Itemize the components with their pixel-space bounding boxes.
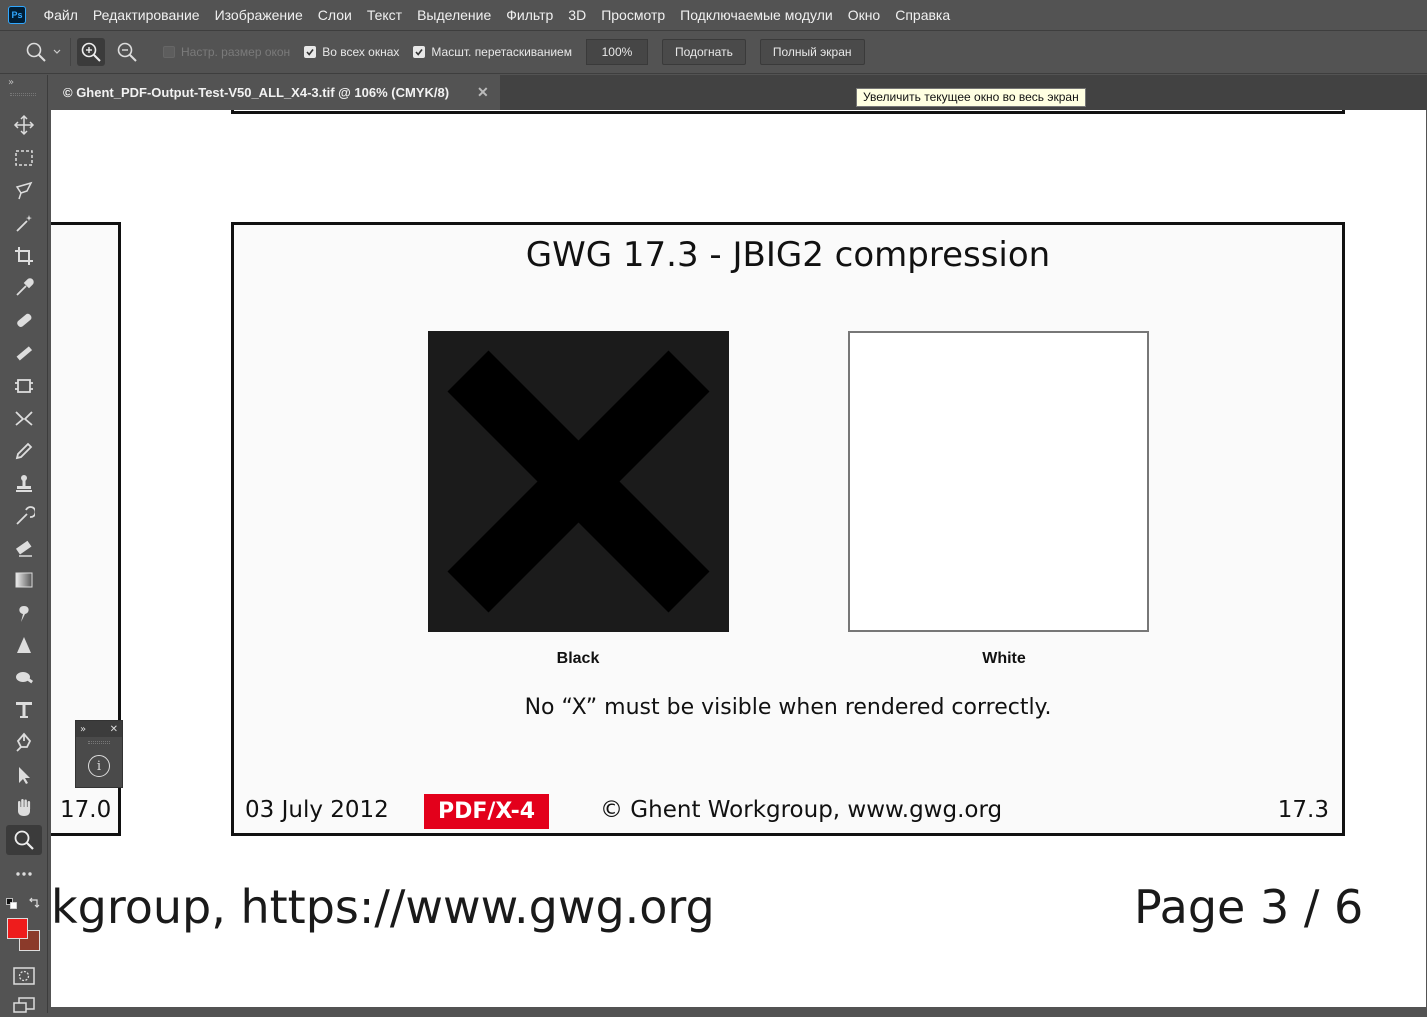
screen-mode-icon[interactable] (13, 997, 35, 1017)
menu-help[interactable]: Справка (888, 0, 958, 30)
caption-white: White (982, 650, 1026, 667)
clone-stamp-tool-icon[interactable] (6, 468, 42, 498)
menu-select[interactable]: Выделение (410, 0, 499, 30)
zoom-tool-icon[interactable] (6, 825, 42, 855)
white-test-box (848, 331, 1149, 632)
foreground-color-swatch[interactable] (7, 918, 28, 939)
menu-file[interactable]: Файл (36, 0, 85, 30)
smudge-tool-icon[interactable] (6, 598, 42, 628)
menu-edit[interactable]: Редактирование (85, 0, 207, 30)
all-windows-checkbox[interactable]: Во всех окнах (304, 45, 399, 59)
expand-panel-icon[interactable]: » (80, 724, 86, 735)
brush-tool-icon[interactable] (6, 338, 42, 368)
spot-healing-tool-icon[interactable] (6, 305, 42, 335)
x-mark-icon (447, 350, 710, 613)
slide-title: GWG 17.3 - JBIG2 compression (525, 235, 1051, 275)
document-tab-title: © Ghent_PDF-Output-Test-V50_ALL_X4-3.tif… (63, 85, 450, 100)
caption-black: Black (556, 650, 600, 667)
page-footer-url: kgroup, https://www.gwg.org (51, 880, 715, 934)
more-tools-icon[interactable] (6, 859, 42, 889)
info-icon[interactable]: i (88, 755, 110, 777)
checkmark-icon[interactable] (304, 46, 317, 58)
instruction-note: No “X” must be visible when rendered cor… (524, 695, 1052, 720)
document-tab[interactable]: © Ghent_PDF-Output-Test-V50_ALL_X4-3.tif… (49, 75, 500, 110)
close-panel-icon[interactable]: ✕ (110, 724, 118, 735)
move-tool-icon[interactable] (6, 110, 42, 140)
eyedropper-tool-icon[interactable] (6, 273, 42, 303)
tooltip: Увеличить текущее окно во весь экран (856, 88, 1086, 107)
info-panel-header[interactable]: » ✕ (76, 721, 122, 737)
menu-plugins[interactable]: Подключаемые модули (673, 0, 841, 30)
resize-windows-checkbox[interactable]: Настр. размер окон (163, 45, 290, 59)
panel-grip[interactable] (10, 93, 36, 96)
zoom-in-icon[interactable] (77, 38, 105, 66)
history-brush-tool-icon[interactable] (6, 501, 42, 531)
type-tool-icon[interactable] (6, 695, 42, 725)
quick-mask-icon[interactable] (13, 967, 35, 989)
hand-tool-icon[interactable] (6, 792, 42, 822)
menu-filter[interactable]: Фильтр (499, 0, 561, 30)
chevron-down-icon[interactable] (50, 38, 64, 66)
checkmark-icon[interactable] (413, 46, 426, 58)
frame-tool-icon[interactable] (6, 371, 42, 401)
zoom-100-button[interactable]: 100% (585, 39, 648, 65)
fit-screen-button[interactable]: Подогнать (661, 39, 746, 65)
divider (70, 38, 71, 66)
document-tab-bar: © Ghent_PDF-Output-Test-V50_ALL_X4-3.tif… (49, 75, 1427, 110)
lasso-tool-icon[interactable] (6, 175, 42, 205)
default-colors-icon[interactable] (6, 895, 18, 914)
menu-window[interactable]: Окно (840, 0, 888, 30)
document-page: 17.0 GWG 17.3 - JBIG2 compression Black … (51, 110, 1426, 1007)
crop-tool-icon[interactable] (6, 241, 42, 271)
options-bar: Настр. размер окон Во всех окнах Масшт. … (0, 30, 1427, 74)
checkbox-box[interactable] (163, 46, 175, 58)
sharpen-tool-icon[interactable] (6, 630, 42, 660)
swap-colors-icon[interactable] (28, 894, 41, 913)
slide-17-3: GWG 17.3 - JBIG2 compression Black White… (231, 222, 1345, 836)
pen-tool-icon[interactable] (6, 727, 42, 757)
content-aware-move-tool-icon[interactable] (6, 403, 42, 433)
all-windows-label: Во всех окнах (322, 45, 400, 59)
photoshop-logo-icon[interactable]: Ps (8, 6, 26, 24)
pdfx4-badge: PDF/X-4 (424, 794, 549, 829)
fill-screen-button[interactable]: Полный экран (759, 39, 865, 65)
panel-grip[interactable] (88, 741, 110, 744)
menu-image[interactable]: Изображение (207, 0, 310, 30)
prev-slide-number: 17.0 (60, 797, 112, 823)
menu-type[interactable]: Текст (359, 0, 409, 30)
previous-row-slide-edge (231, 110, 1345, 114)
zoom-tool-preset-icon[interactable] (22, 38, 50, 66)
resize-windows-label: Настр. размер окон (181, 45, 291, 59)
pencil-tool-icon[interactable] (6, 436, 42, 466)
document-canvas[interactable]: 17.0 GWG 17.3 - JBIG2 compression Black … (49, 110, 1427, 1013)
close-tab-icon[interactable]: ✕ (477, 84, 489, 101)
magic-wand-tool-icon[interactable] (6, 208, 42, 238)
black-test-box (428, 331, 729, 632)
tools-panel: » (0, 75, 48, 1013)
dodge-tool-icon[interactable] (6, 663, 42, 693)
slide-number: 17.3 (1277, 797, 1329, 823)
expand-panel-icon[interactable]: » (8, 77, 14, 88)
menu-3d[interactable]: 3D (561, 0, 594, 30)
gradient-tool-icon[interactable] (6, 565, 42, 595)
menu-view[interactable]: Просмотр (594, 0, 673, 30)
marquee-tool-icon[interactable] (6, 143, 42, 173)
info-panel: » ✕ i (75, 720, 123, 788)
footer-date: 03 July 2012 (245, 797, 389, 823)
eraser-tool-icon[interactable] (6, 533, 42, 563)
menu-layer[interactable]: Слои (310, 0, 359, 30)
menu-bar: Ps Файл Редактирование Изображение Слои … (0, 0, 1427, 30)
page-footer-number: Page 3 / 6 (1134, 880, 1364, 934)
scrubby-zoom-checkbox[interactable]: Масшт. перетаскиванием (413, 45, 572, 59)
scrubby-zoom-label: Масшт. перетаскиванием (431, 45, 572, 59)
path-selection-tool-icon[interactable] (6, 760, 42, 790)
footer-copyright: © Ghent Workgroup, www.gwg.org (600, 797, 1003, 823)
zoom-out-icon[interactable] (113, 38, 141, 66)
